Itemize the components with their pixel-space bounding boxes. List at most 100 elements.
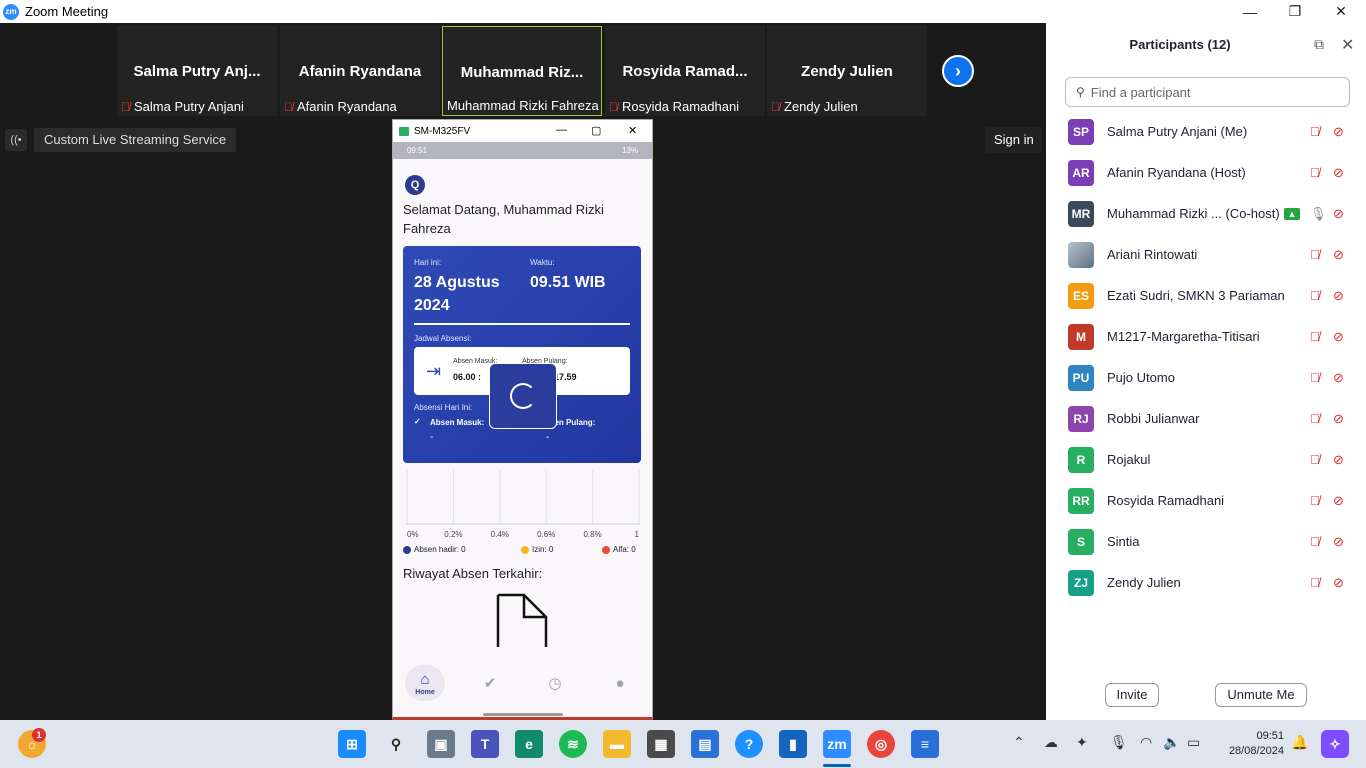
video-off-icon[interactable]: ⊘ [1333, 493, 1344, 509]
phone-mirror-window[interactable]: SM-M325FV — ▢ ✕ 09:51 13% Q Selamat Data… [392, 119, 653, 720]
participant-row[interactable]: Ariani Rintowati 🎙̸ ⊘ [1046, 234, 1366, 275]
live-streaming-label[interactable]: Custom Live Streaming Service [34, 128, 237, 152]
maximize-button[interactable]: ❐ [1272, 0, 1318, 23]
battery-icon[interactable]: ▭ [1187, 734, 1200, 751]
search-icon[interactable]: ⚲ [382, 730, 410, 758]
video-tile[interactable]: Salma Putry Anj... 🎙̸ Salma Putry Anjani [117, 26, 277, 116]
participant-row[interactable]: RR Rosyida Ramadhani 🎙̸ ⊘ [1046, 480, 1366, 521]
app-window-icon[interactable]: ▮ [779, 730, 807, 758]
phone-minimize-button[interactable]: — [556, 124, 567, 136]
video-off-icon[interactable]: ⊘ [1333, 575, 1344, 591]
participant-row[interactable]: PU Pujo Utomo 🎙̸ ⊘ [1046, 357, 1366, 398]
muted-mic-icon[interactable]: 🎙̸ [1310, 493, 1320, 508]
participant-row[interactable]: AR Afanin Ryandana (Host) 🎙̸ ⊘ [1046, 152, 1366, 193]
spotify-icon[interactable]: ≋ [559, 730, 587, 758]
screen-share-icon: ▲ [1284, 207, 1300, 220]
video-tile[interactable]: Zendy Julien 🎙̸ Zendy Julien [767, 26, 927, 116]
muted-mic-icon[interactable]: 🎙̸ [1310, 124, 1320, 139]
store-icon[interactable]: ▤ [691, 730, 719, 758]
participant-row[interactable]: ZJ Zendy Julien 🎙̸ ⊘ [1046, 562, 1366, 603]
muted-mic-icon[interactable]: 🎙̸ [1310, 329, 1320, 344]
participant-row[interactable]: M M1217-Margaretha-Titisari 🎙̸ ⊘ [1046, 316, 1366, 357]
taskbar-clock[interactable]: 09:51 28/08/2024 [1222, 729, 1284, 759]
x-tick-label: 0.6% [537, 530, 555, 539]
dropbox-icon[interactable]: ✦ [1076, 734, 1088, 751]
notepad-icon[interactable]: ≡ [911, 730, 939, 758]
participant-row[interactable]: SP Salma Putry Anjani (Me) 🎙̸ ⊘ [1046, 111, 1366, 152]
video-off-icon[interactable]: ⊘ [1333, 370, 1344, 386]
edge-icon[interactable]: e [515, 730, 543, 758]
participant-row[interactable]: R Rojakul 🎙̸ ⊘ [1046, 439, 1366, 480]
participant-name: Robbi Julianwar [1107, 411, 1200, 426]
invite-button[interactable]: Invite [1105, 683, 1159, 707]
video-off-icon[interactable]: ⊘ [1333, 124, 1344, 140]
bottom-navigation: ⌂ Home ✔ ◷ ● [393, 659, 652, 709]
phone-status-bar: 09:51 13% [393, 142, 652, 159]
video-tile-active-speaker[interactable]: Muhammad Riz... Muhammad Rizki Fahreza [442, 26, 602, 116]
muted-mic-icon[interactable]: 🎙̸ [1310, 411, 1320, 426]
video-off-icon[interactable]: ⊘ [1333, 411, 1344, 427]
calculator-icon[interactable]: ▦ [647, 730, 675, 758]
participant-row[interactable]: ES Ezati Sudri, SMKN 3 Pariaman 🎙̸ ⊘ [1046, 275, 1366, 316]
zoom-taskbar-icon[interactable]: zm [823, 730, 851, 758]
active-app-indicator [823, 764, 851, 767]
minimize-button[interactable]: — [1227, 0, 1273, 23]
tile-name: Afanin Ryandana [298, 63, 422, 80]
video-off-icon[interactable]: ⊘ [1333, 288, 1344, 304]
participant-row[interactable]: MR Muhammad Rizki ... (Co-host) ▲ 🎙 ⊘ [1046, 193, 1366, 234]
video-tile[interactable]: Rosyida Ramad... 🎙̸ Rosyida Ramadhani [605, 26, 765, 116]
phone-maximize-button[interactable]: ▢ [591, 124, 601, 137]
muted-mic-icon[interactable]: 🎙̸ [1310, 247, 1320, 262]
video-off-icon[interactable]: ⊘ [1333, 206, 1344, 222]
video-off-icon[interactable]: ⊘ [1333, 329, 1344, 345]
tile-label: 🎙̸ Rosyida Ramadhani [609, 99, 739, 114]
start-windows-icon[interactable]: ⊞ [338, 730, 366, 758]
participant-row[interactable]: RJ Robbi Julianwar 🎙̸ ⊘ [1046, 398, 1366, 439]
participant-row[interactable]: S Sintia 🎙̸ ⊘ [1046, 521, 1366, 562]
bell-icon[interactable]: 🔔 [1291, 734, 1308, 751]
avatar: AR [1068, 159, 1094, 186]
muted-mic-icon[interactable]: 🎙̸ [1310, 165, 1320, 180]
check-circle-icon: ✔ [483, 675, 497, 692]
popout-icon[interactable]: ⧉ [1314, 36, 1324, 53]
cloud-icon[interactable]: ☁ [1044, 734, 1058, 751]
close-button[interactable]: ✕ [1318, 0, 1364, 23]
chevron-up-icon[interactable]: ⌃ [1013, 734, 1025, 751]
participant-search-input[interactable]: ⚲ Find a participant [1065, 77, 1350, 107]
muted-mic-icon[interactable]: 🎙̸ [1310, 534, 1320, 549]
gesture-bar[interactable] [483, 713, 563, 716]
muted-mic-icon[interactable]: 🎙̸ [1310, 452, 1320, 467]
unmute-me-button[interactable]: Unmute Me [1215, 683, 1307, 707]
next-page-arrow-icon[interactable]: › [942, 55, 974, 87]
teams-icon[interactable]: T [471, 730, 499, 758]
video-off-icon[interactable]: ⊘ [1333, 534, 1344, 550]
participant-name: Rosyida Ramadhani [1107, 493, 1225, 508]
phone-close-button[interactable]: ✕ [628, 124, 637, 137]
mic-icon[interactable]: 🎙 [1310, 206, 1327, 222]
close-panel-icon[interactable]: ✕ [1341, 35, 1354, 55]
muted-mic-icon[interactable]: 🎙̸ [1310, 370, 1320, 385]
muted-mic-icon[interactable]: 🎙̸ [1310, 575, 1320, 590]
tile-label: 🎙̸ Zendy Julien [771, 99, 858, 114]
nav-history[interactable]: ◷ [535, 665, 575, 701]
file-explorer-icon[interactable]: ▬ [603, 730, 631, 758]
divider [414, 323, 630, 325]
volume-icon[interactable]: 🔈 [1163, 734, 1180, 751]
copilot-icon[interactable]: ✧ [1321, 730, 1349, 758]
help-icon[interactable]: ? [735, 730, 763, 758]
video-off-icon[interactable]: ⊘ [1333, 247, 1344, 263]
video-off-icon[interactable]: ⊘ [1333, 452, 1344, 468]
video-off-icon[interactable]: ⊘ [1333, 165, 1344, 181]
microphone-icon[interactable]: 🎙 [1110, 734, 1128, 751]
sign-in-button[interactable]: Sign in [986, 127, 1042, 153]
chrome-icon[interactable]: ◎ [867, 730, 895, 758]
muted-mic-icon[interactable]: 🎙̸ [1310, 288, 1320, 303]
zoom-app-icon: zm [3, 3, 19, 20]
nav-profile[interactable]: ● [600, 665, 640, 701]
video-tile[interactable]: Afanin Ryandana 🎙̸ Afanin Ryandana [280, 26, 440, 116]
nav-attendance[interactable]: ✔ [470, 665, 510, 701]
nav-home[interactable]: ⌂ Home [405, 665, 445, 701]
live-stream-icon[interactable]: ((• [5, 129, 27, 151]
wifi-icon[interactable]: ◠ [1140, 734, 1152, 751]
task-view-icon[interactable]: ▣ [427, 730, 455, 758]
